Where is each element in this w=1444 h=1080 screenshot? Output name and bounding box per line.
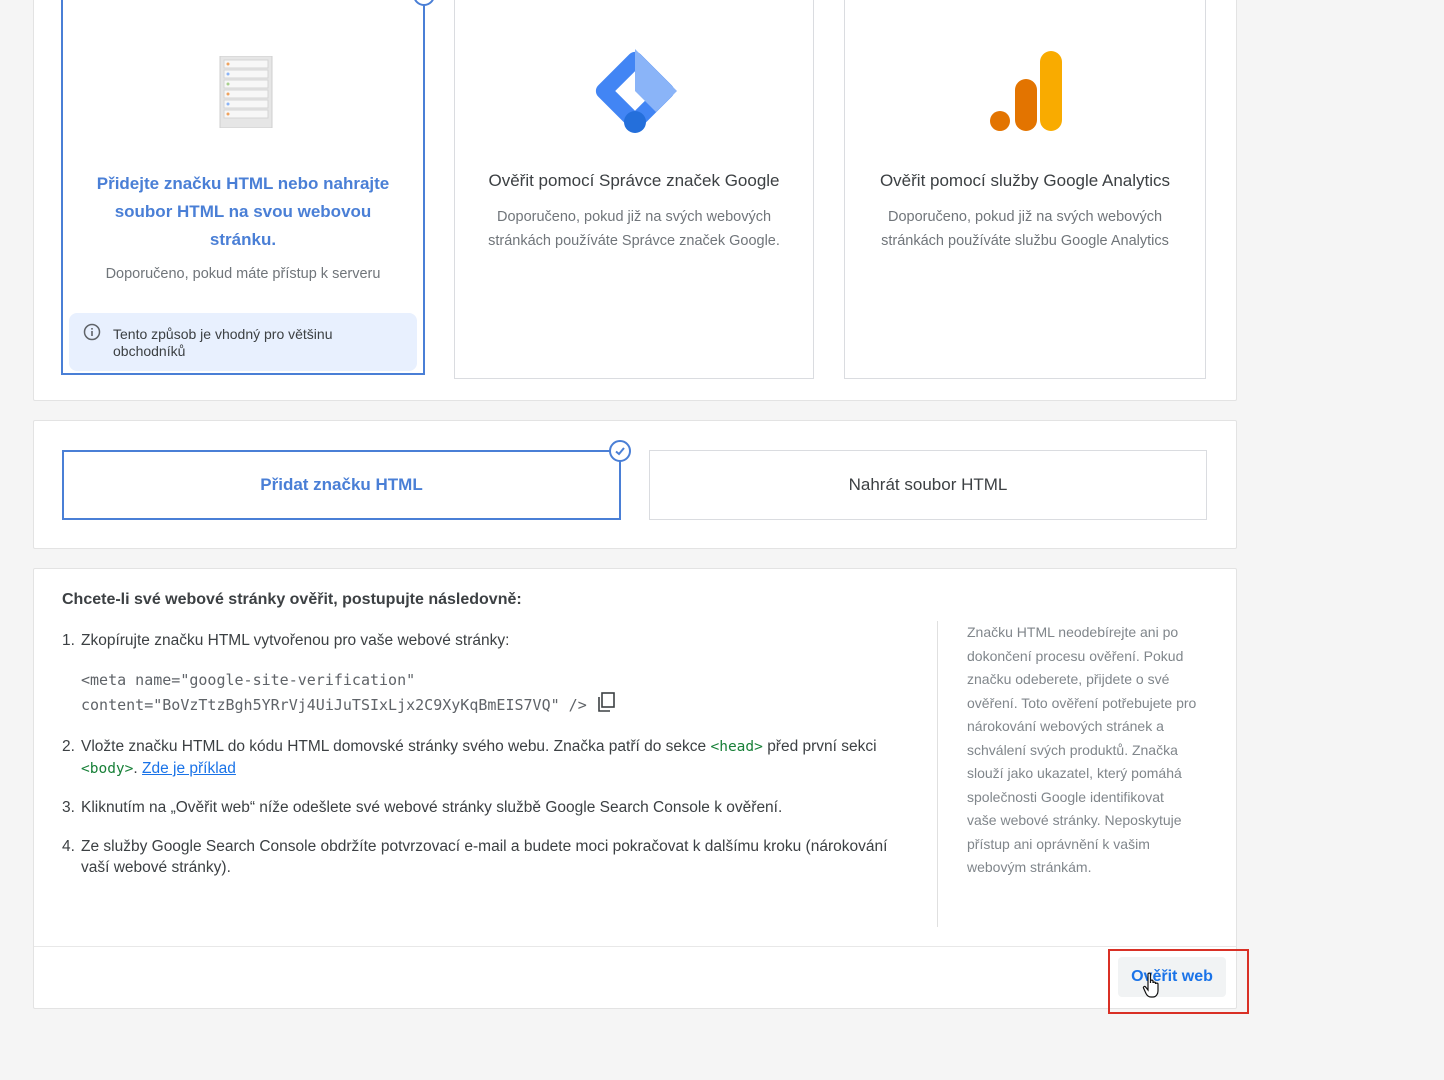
selected-check-icon bbox=[609, 440, 631, 462]
step-text-part: Vložte značku HTML do kódu HTML domovské… bbox=[81, 738, 707, 755]
method-card-gtm[interactable]: Ověřit pomocí Správce značek Google Dopo… bbox=[454, 0, 814, 379]
code-line: <meta name="google-site-verification" bbox=[81, 671, 416, 689]
method-card-html-tag[interactable]: Přidejte značku HTML nebo nahrajte soubo… bbox=[61, 0, 435, 375]
google-tag-manager-icon bbox=[591, 47, 679, 140]
steps-heading: Chcete-li své webové stránky ověřit, pos… bbox=[62, 591, 522, 608]
google-analytics-icon bbox=[988, 51, 1068, 138]
info-box: Tento způsob je vhodný pro většinu obcho… bbox=[69, 313, 417, 371]
verification-meta-tag[interactable]: <meta name="google-site-verification" co… bbox=[81, 669, 615, 719]
example-link[interactable]: Zde je příklad bbox=[142, 760, 236, 777]
html-options-panel: Přidat značku HTML Nahrát soubor HTML bbox=[33, 420, 1237, 549]
step-number: 2. bbox=[62, 738, 75, 755]
step-number: 3. bbox=[62, 799, 75, 816]
code-tag-body: <body> bbox=[81, 761, 134, 777]
step-text-part: před první sekci bbox=[767, 738, 877, 755]
code-text: content="BoVzTtzBgh5YRrVj4UiJuTSIxLjx2C9… bbox=[81, 696, 587, 714]
hand-cursor-icon bbox=[1142, 972, 1162, 1003]
info-text: Tento způsob je vhodný pro většinu obcho… bbox=[113, 326, 333, 359]
method-card-ga[interactable]: Ověřit pomocí služby Google Analytics Do… bbox=[844, 0, 1206, 379]
verification-steps-panel: Chcete-li své webové stránky ověřit, pos… bbox=[33, 568, 1237, 1009]
method-subtitle: Doporučeno, pokud již na svých webových … bbox=[881, 209, 1169, 249]
copy-icon[interactable] bbox=[597, 692, 615, 719]
method-subtitle: Doporučeno, pokud máte přístup k serveru bbox=[105, 266, 381, 282]
info-icon bbox=[83, 323, 101, 345]
side-note: Značku HTML neodebírejte ani po dokončen… bbox=[937, 621, 1197, 927]
highlight-box bbox=[1108, 949, 1249, 1014]
method-title: Přidejte značku HTML nebo nahrajte soubo… bbox=[96, 174, 390, 249]
step-number: 4. bbox=[62, 838, 75, 855]
divider bbox=[34, 946, 1236, 947]
upload-html-file-option[interactable]: Nahrát soubor HTML bbox=[649, 450, 1207, 520]
code-line: content="BoVzTtzBgh5YRrVj4UiJuTSIxLjx2C9… bbox=[81, 692, 615, 719]
step-number: 1. bbox=[62, 632, 75, 649]
add-html-tag-option[interactable]: Přidat značku HTML bbox=[62, 440, 631, 520]
server-icon bbox=[218, 55, 274, 133]
step-text-part: . bbox=[133, 760, 138, 777]
step-text: Zkopírujte značku HTML vytvořenou pro va… bbox=[81, 632, 510, 649]
code-tag-head: <head> bbox=[710, 739, 763, 755]
option-label: Nahrát soubor HTML bbox=[848, 475, 1008, 494]
step-text: Ze služby Google Search Console obdržíte… bbox=[81, 838, 888, 876]
step-text: Kliknutím na „Ověřit web“ níže odešlete … bbox=[81, 799, 783, 816]
step-text: Vložte značku HTML do kódu HTML domovské… bbox=[81, 736, 902, 780]
option-label: Přidat značku HTML bbox=[260, 475, 423, 494]
method-subtitle: Doporučeno, pokud již na svých webových … bbox=[488, 209, 780, 249]
method-title: Ověřit pomocí služby Google Analytics bbox=[879, 171, 1171, 190]
method-title: Ověřit pomocí Správce značek Google bbox=[488, 171, 780, 190]
